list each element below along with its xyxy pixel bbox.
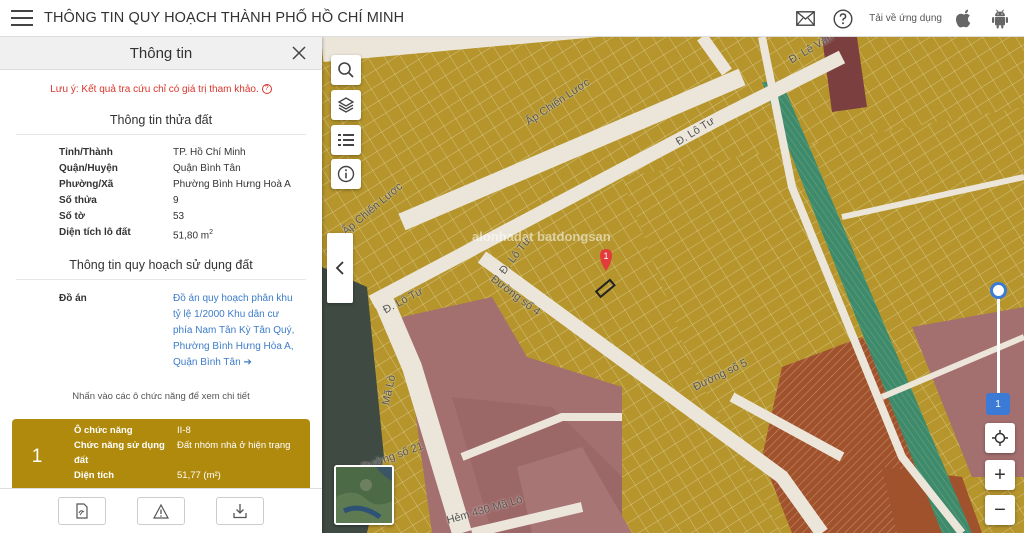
- info-panel: Thông tin Lưu ý: Kết quả tra cứu chỉ có …: [0, 37, 322, 533]
- zoom-in-button[interactable]: +: [985, 460, 1015, 490]
- parcel-section-title: Thông tin thửa đất: [16, 113, 306, 135]
- map-base-layer: [322, 37, 1024, 533]
- android-icon[interactable]: [988, 7, 1012, 31]
- layers-icon: [337, 97, 355, 113]
- plan-row: Đồ án Đồ án quy hoạch phân khu tỷ lệ 1/2…: [59, 291, 322, 371]
- info-row-district: Quận/Huyện Quận Bình Tân: [59, 163, 241, 174]
- panel-body: Lưu ý: Kết quả tra cứu chỉ có giá trị th…: [0, 70, 322, 488]
- hint-text: Nhấn vào các ô chức năng để xem chi tiết: [72, 391, 250, 403]
- help-icon[interactable]: [831, 7, 855, 31]
- info-row-sheet-number: Số tờ 53: [59, 211, 185, 222]
- menu-icon[interactable]: [11, 10, 33, 26]
- report-document-button[interactable]: [58, 497, 107, 525]
- function-row: Diện tích 51,77 (m²): [74, 470, 221, 481]
- document-icon: [76, 503, 88, 519]
- question-icon[interactable]: ?: [261, 84, 272, 95]
- chevron-left-icon: [335, 261, 344, 275]
- info-icon: [337, 165, 355, 183]
- map-watermark: alonhadat batdongsan: [472, 229, 611, 244]
- search-button[interactable]: [331, 55, 361, 85]
- function-row: Chức năng sử dụng đất Đất nhóm nhà ở hiện…: [74, 440, 291, 466]
- info-row-ward: Phường/Xã Phường Bình Hưng Hoà A: [59, 179, 291, 190]
- warning-icon: [152, 503, 169, 519]
- crosshair-icon: [992, 430, 1008, 446]
- close-icon[interactable]: [290, 44, 308, 62]
- locate-button[interactable]: [985, 423, 1015, 453]
- info-button[interactable]: [331, 159, 361, 189]
- zoom-slider-handle[interactable]: [990, 282, 1007, 299]
- zoom-level-badge: 1: [986, 393, 1010, 415]
- panel-title: Thông tin: [129, 44, 193, 62]
- top-bar: THÔNG TIN QUY HOẠCH THÀNH PHỐ HỒ CHÍ MIN…: [0, 0, 1024, 37]
- function-card-number: 1: [31, 445, 43, 467]
- info-row-area: Diện tích lô đất 51,80 m2: [59, 227, 214, 242]
- satellite-minimap[interactable]: [334, 465, 394, 525]
- disclaimer-note: Lưu ý: Kết quả tra cứu chỉ có giá trị th…: [0, 84, 322, 95]
- info-row-province: Tỉnh/Thành TP. Hồ Chí Minh: [59, 147, 246, 158]
- zoom-slider-track[interactable]: [997, 291, 1000, 401]
- collapse-panel-button[interactable]: [327, 233, 353, 303]
- list-icon: [338, 134, 354, 146]
- apple-icon[interactable]: [952, 7, 976, 31]
- download-icon: [232, 504, 247, 519]
- map-marker-label[interactable]: 1: [600, 251, 612, 261]
- info-row-parcel-number: Số thửa 9: [59, 195, 179, 206]
- app-download-label[interactable]: Tải về ứng dụng: [869, 13, 942, 24]
- search-icon: [338, 62, 354, 78]
- panel-header: Thông tin: [0, 37, 322, 70]
- app-title: THÔNG TIN QUY HOẠCH THÀNH PHỐ HỒ CHÍ MIN…: [44, 10, 405, 26]
- arrow-right-icon: ➔: [243, 357, 252, 369]
- panel-footer: [0, 488, 322, 533]
- function-card[interactable]: 1 Ô chức năng II-8 Chức năng sử dụng đất Đ…: [12, 419, 310, 488]
- mail-icon[interactable]: [793, 7, 817, 31]
- function-row: Ô chức năng II-8: [74, 425, 191, 436]
- layers-button[interactable]: [331, 90, 361, 120]
- legend-button[interactable]: [331, 125, 361, 155]
- parcel-info-table: Tỉnh/Thành TP. Hồ Chí Minh Quận/Huyện Quận…: [59, 145, 322, 244]
- plan-link[interactable]: Đồ án quy hoạch phân khu tỷ lệ 1/2000 Kh…: [173, 291, 295, 371]
- warning-button[interactable]: [136, 497, 185, 525]
- download-button[interactable]: [215, 497, 264, 525]
- planning-section-title: Thông tin quy hoạch sử dụng đất: [16, 258, 306, 281]
- zoom-out-button[interactable]: −: [985, 495, 1015, 525]
- map-canvas[interactable]: alonhadat batdongsan 1 Ấp Chiến Lược Đ. …: [322, 37, 1024, 533]
